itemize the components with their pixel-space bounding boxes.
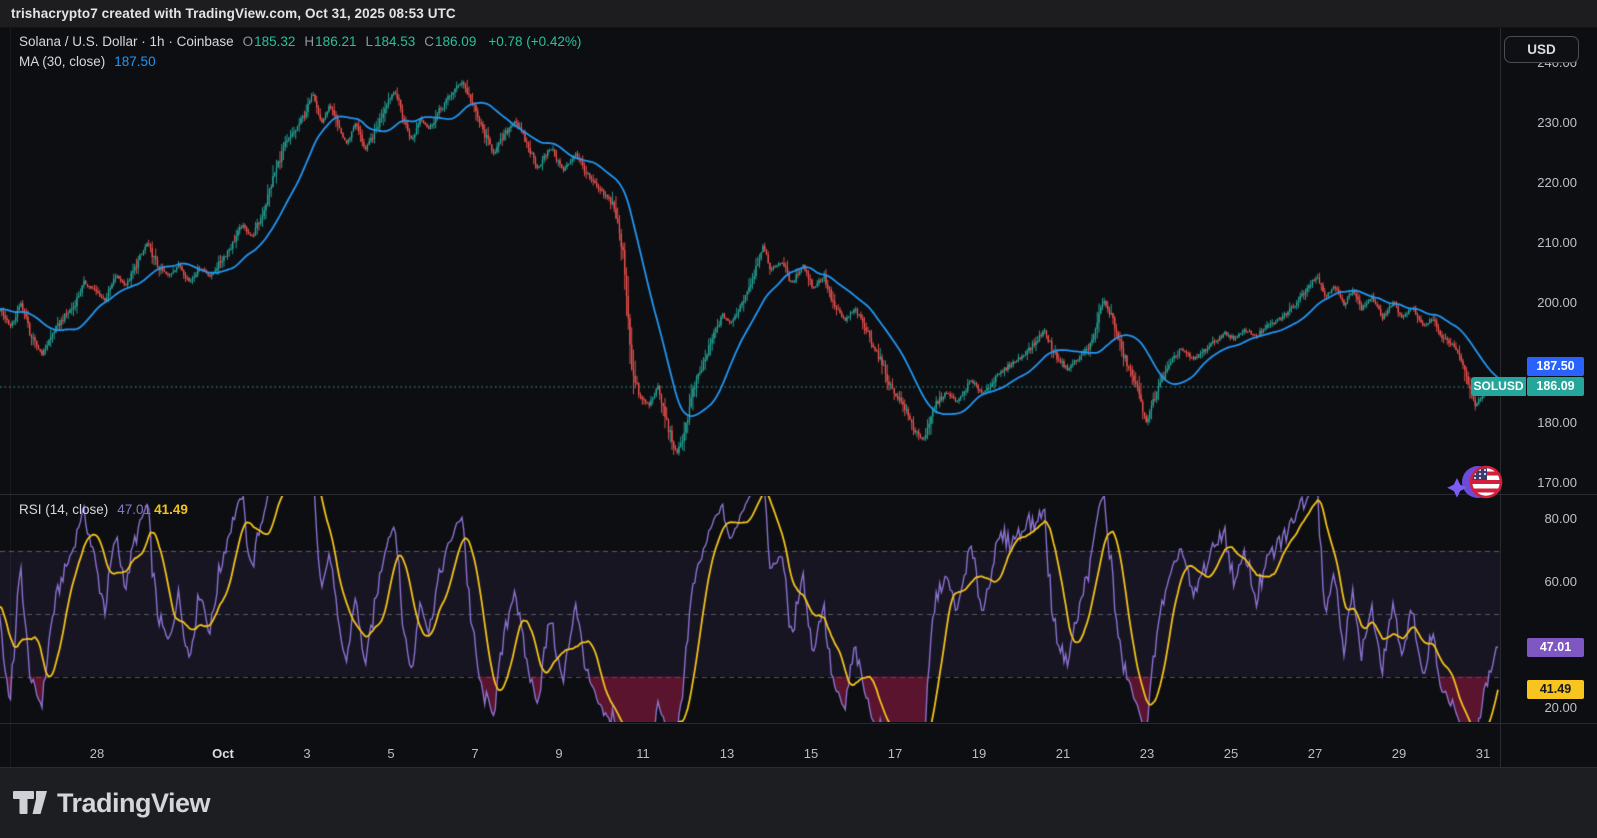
ma-price-badge: 187.50: [1527, 357, 1584, 376]
symbol-price-tag: SOLUSD: [1471, 377, 1526, 396]
pane-separator[interactable]: [0, 723, 1597, 724]
time-axis-label: 19: [972, 746, 986, 761]
time-axis-label: 15: [804, 746, 818, 761]
ohlc-key: H: [304, 34, 314, 49]
price-axis-label: 180.00: [1502, 416, 1592, 430]
price-axis-label: 200.00: [1502, 296, 1592, 310]
time-axis-label: 31: [1476, 746, 1490, 761]
symbol-legend[interactable]: Solana / U.S. Dollar · 1h · Coinbase O185…: [19, 34, 584, 49]
time-axis-label: 5: [387, 746, 394, 761]
change-value: +0.78 (+0.42%): [488, 34, 581, 49]
time-axis-label: 27: [1308, 746, 1322, 761]
ma-label[interactable]: MA (30, close): [19, 54, 105, 69]
time-axis-label: 28: [90, 746, 104, 761]
symbol-title[interactable]: Solana / U.S. Dollar · 1h · Coinbase: [19, 34, 234, 49]
time-axis-label: Oct: [212, 746, 234, 761]
tradingview-glyph-icon: [13, 791, 48, 815]
ohlc-value: 186.09: [435, 34, 476, 49]
price-chart-canvas[interactable]: [0, 28, 1500, 494]
tradingview-wordmark: TradingView: [57, 788, 210, 819]
rsi-ma-value: 41.49: [154, 502, 188, 517]
ohlc-value: 184.53: [374, 34, 415, 49]
price-axis-label: 230.00: [1502, 116, 1592, 130]
price-axis-label: 220.00: [1502, 176, 1592, 190]
time-axis-label: 7: [471, 746, 478, 761]
ohlc-key: L: [365, 34, 373, 49]
time-axis-label: 3: [303, 746, 310, 761]
time-axis-label: 9: [555, 746, 562, 761]
chart-bottom-border: [0, 767, 1597, 768]
time-axis-label: 13: [720, 746, 734, 761]
time-axis-label: 25: [1224, 746, 1238, 761]
ohlc-value: 185.32: [254, 34, 295, 49]
ma-value: 187.50: [114, 54, 155, 69]
price-axis-label: 170.00: [1502, 476, 1592, 490]
rsi-legend[interactable]: RSI (14, close) 47.0141.49: [19, 502, 191, 517]
ohlc-key: O: [243, 34, 254, 49]
rsi-ma-value-badge: 41.49: [1527, 680, 1584, 699]
price-axis-label: 60.00: [1502, 575, 1592, 589]
price-axis-label: 210.00: [1502, 236, 1592, 250]
rsi-chart-canvas[interactable]: [0, 496, 1500, 722]
rsi-value-badge: 47.01: [1527, 638, 1584, 657]
price-axis-border: [1500, 28, 1501, 767]
time-axis-label: 29: [1392, 746, 1406, 761]
last-price-badge: 186.09: [1527, 377, 1584, 396]
tradingview-chart-page: trishacrypto7 created with TradingView.c…: [0, 0, 1597, 838]
ohlc-value: 186.21: [315, 34, 356, 49]
time-axis-label: 23: [1140, 746, 1154, 761]
price-axis-label: 80.00: [1502, 512, 1592, 526]
ohlc-key: C: [424, 34, 434, 49]
pane-separator[interactable]: [0, 494, 1597, 495]
attribution-text: trishacrypto7 created with TradingView.c…: [11, 6, 456, 21]
footer-bar: TradingView: [0, 768, 1597, 838]
pane-left-border: [10, 28, 11, 767]
us-flag-sparkle-icon: [1441, 456, 1505, 512]
time-axis-label: 17: [888, 746, 902, 761]
currency-toggle-button[interactable]: USD: [1504, 36, 1579, 63]
ohlc-values: O185.32 H186.21 L184.53 C186.09: [243, 34, 486, 49]
time-axis-label: 11: [636, 746, 650, 761]
chart-widget[interactable]: Solana / U.S. Dollar · 1h · Coinbase O185…: [0, 28, 1597, 767]
ma-legend[interactable]: MA (30, close) 187.50: [19, 54, 159, 69]
rsi-value: 47.01: [117, 502, 151, 517]
price-axis-label: 20.00: [1502, 701, 1592, 715]
time-axis-label: 21: [1056, 746, 1070, 761]
rsi-label[interactable]: RSI (14, close): [19, 502, 108, 517]
tradingview-logo[interactable]: TradingView: [13, 788, 210, 819]
attribution-bar: trishacrypto7 created with TradingView.c…: [0, 0, 1597, 28]
